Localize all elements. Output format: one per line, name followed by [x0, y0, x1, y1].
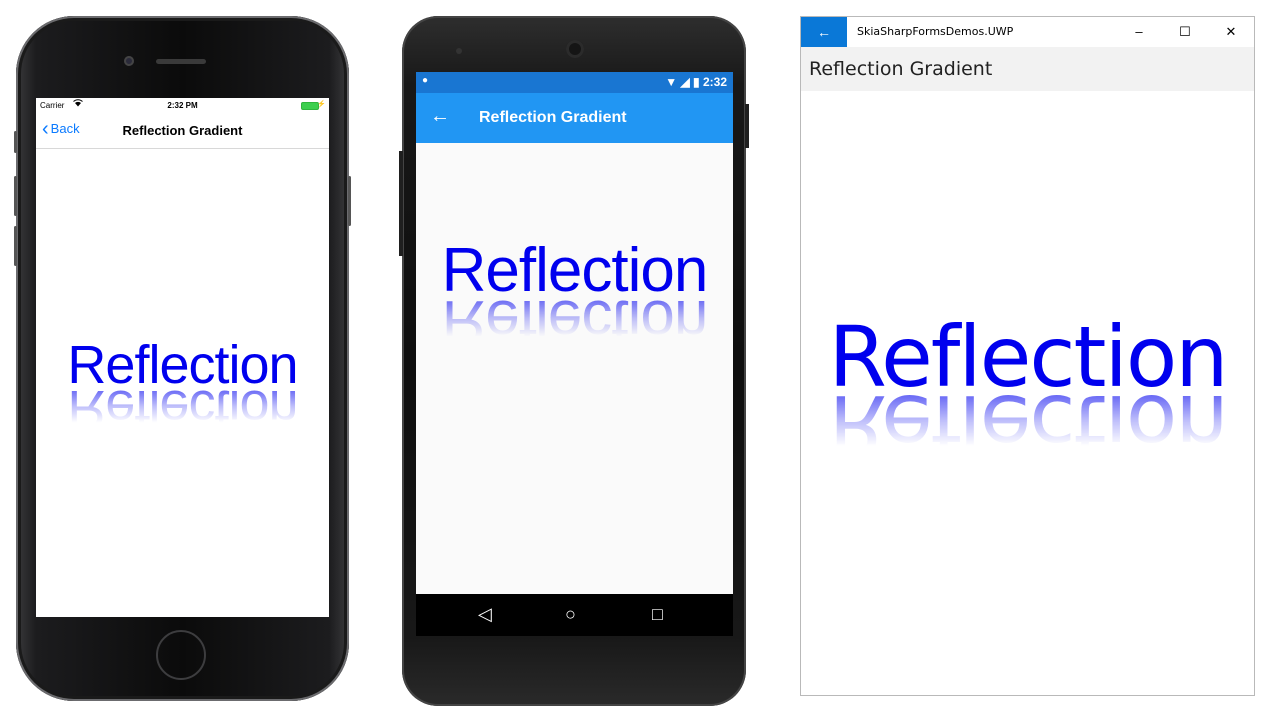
reflection-canvas: Reflection Reflection	[36, 338, 329, 439]
iphone-volume-down	[14, 226, 17, 266]
app-title: SkiaSharpFormsDemos.UWP	[857, 25, 1014, 38]
reflection-mirror-text: Reflection	[441, 287, 708, 356]
iphone-front-camera	[124, 56, 134, 66]
nav-recents-icon[interactable]: □	[652, 604, 663, 625]
page-title: Reflection Gradient	[122, 123, 243, 138]
iphone-power-button	[348, 176, 351, 226]
android-notification-icon: ●	[422, 75, 429, 86]
android-toolbar: ← Reflection Gradient	[416, 93, 733, 143]
iphone-device: Carrier 2:32 PM ⚡ ‹ Back Reflection Gradi…	[14, 16, 351, 701]
android-status-right: ▼ ◢ ▮ 2:32	[665, 75, 727, 89]
android-navigation-bar: ◁ ○ □	[416, 594, 733, 636]
iphone-mute-switch	[14, 131, 17, 153]
android-power-key	[745, 104, 749, 148]
uwp-page-header: Reflection Gradient	[801, 47, 1254, 91]
android-screen: ● ▼ ◢ ▮ 2:32 ← Reflection Gradient Refle…	[416, 72, 733, 636]
battery-icon: ▮	[693, 75, 700, 89]
android-volume-key	[399, 151, 403, 256]
nav-home-icon[interactable]: ○	[565, 604, 576, 625]
reflection-mirror-text: Reflection	[828, 376, 1227, 474]
ios-status-bar: Carrier 2:32 PM ⚡	[36, 98, 329, 114]
page-title: Reflection Gradient	[479, 109, 627, 126]
iphone-speaker	[156, 59, 206, 64]
ios-time: 2:32 PM	[167, 101, 198, 110]
uwp-window: ← SkiaSharpFormsDemos.UWP – ☐ ✕ Reflecti…	[800, 16, 1255, 696]
reflection-canvas: Reflection Reflection	[801, 315, 1254, 474]
reflection-canvas: Reflection Reflection	[416, 240, 733, 357]
close-button[interactable]: ✕	[1208, 17, 1254, 47]
back-arrow-icon[interactable]: ←	[801, 17, 847, 47]
page-title: Reflection Gradient	[809, 58, 993, 80]
back-arrow-icon[interactable]: ←	[430, 105, 450, 128]
android-time: 2:32	[702, 75, 727, 89]
iphone-screen: Carrier 2:32 PM ⚡ ‹ Back Reflection Gradi…	[36, 98, 329, 617]
android-front-camera	[566, 40, 584, 58]
signal-icon: ◢	[680, 75, 690, 89]
home-button[interactable]	[156, 630, 206, 680]
minimize-button[interactable]: –	[1116, 17, 1162, 47]
maximize-button[interactable]: ☐	[1162, 17, 1208, 47]
android-status-bar: ● ▼ ◢ ▮ 2:32	[416, 72, 733, 93]
android-device: ● ▼ ◢ ▮ 2:32 ← Reflection Gradient Refle…	[399, 16, 749, 706]
android-sensor	[456, 48, 462, 54]
uwp-title-bar: ← SkiaSharpFormsDemos.UWP – ☐ ✕	[801, 17, 1254, 47]
reflection-mirror-text: Reflection	[67, 379, 298, 439]
iphone-volume-up	[14, 176, 17, 216]
nav-back-icon[interactable]: ◁	[478, 604, 492, 625]
wifi-icon: ▼	[665, 75, 678, 89]
ios-navigation-bar: ‹ Back Reflection Gradient	[36, 114, 329, 149]
charging-icon: ⚡	[317, 101, 326, 108]
